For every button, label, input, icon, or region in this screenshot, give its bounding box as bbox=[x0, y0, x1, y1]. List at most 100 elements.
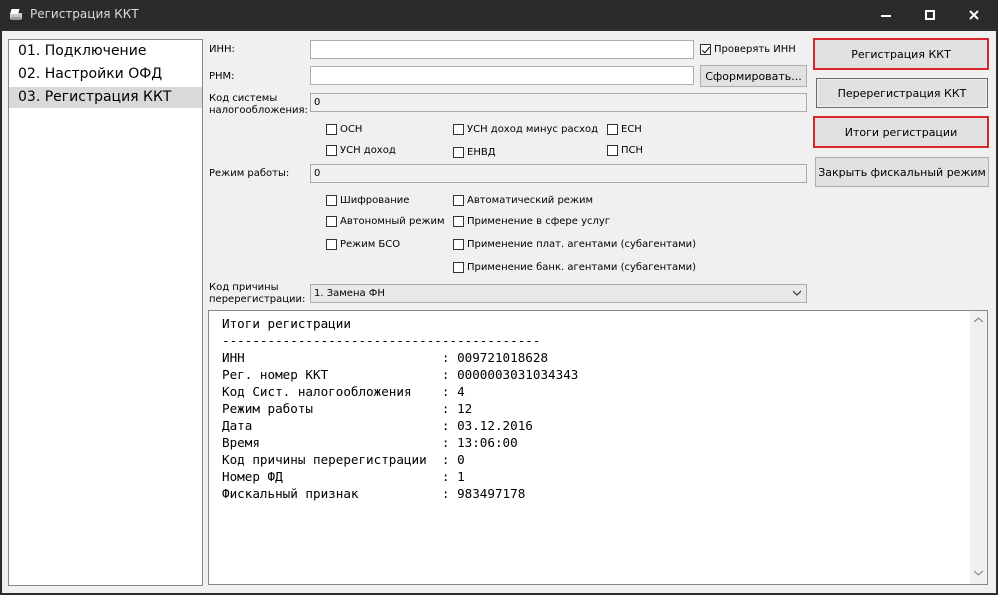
mode-bso-checkbox[interactable]: Режим БСО bbox=[326, 237, 400, 251]
report-row: Код Сист. налогообложения : 4 bbox=[222, 384, 465, 399]
window-title: Регистрация ККТ bbox=[30, 7, 139, 21]
check-inn-checkbox[interactable]: Проверять ИНН bbox=[700, 42, 796, 56]
client-area: 01. Подключение 02. Настройки ОФД 03. Ре… bbox=[2, 31, 996, 593]
checkbox-box bbox=[453, 215, 464, 227]
report-row-key: ИНН bbox=[222, 350, 435, 365]
mode-autonomous-label: Автономный режим bbox=[340, 215, 445, 227]
checkbox-box bbox=[453, 261, 464, 273]
report-rows: ИНН : 009721018628 Рег. номер ККТ : 0000… bbox=[222, 350, 578, 501]
close-icon bbox=[969, 10, 979, 20]
report-row-key: Рег. номер ККТ bbox=[222, 367, 435, 382]
mode-autonomous-checkbox[interactable]: Автономный режим bbox=[326, 214, 445, 228]
checkbox-box bbox=[326, 194, 337, 206]
tax-psn-label: ПСН bbox=[621, 144, 644, 156]
tax-usn-income-checkbox[interactable]: УСН доход bbox=[326, 143, 396, 157]
step-list[interactable]: 01. Подключение 02. Настройки ОФД 03. Ре… bbox=[8, 39, 203, 586]
report-title: Итоги регистрации bbox=[222, 316, 351, 331]
report-text-area[interactable]: Итоги регистрации ----------------------… bbox=[208, 310, 988, 585]
report-row: Номер ФД : 1 bbox=[222, 469, 465, 484]
minimize-button[interactable] bbox=[864, 0, 908, 30]
scroll-up-icon[interactable] bbox=[974, 316, 983, 325]
rnm-label: РНМ: bbox=[209, 71, 235, 82]
close-button[interactable] bbox=[952, 0, 996, 30]
report-row: Рег. номер ККТ : 0000003031034343 bbox=[222, 367, 579, 382]
report-row: ИНН : 009721018628 bbox=[222, 350, 549, 365]
report-row-value: 0 bbox=[457, 452, 465, 467]
work-mode-input[interactable]: 0 bbox=[310, 164, 807, 183]
tax-osn-checkbox[interactable]: ОСН bbox=[326, 122, 362, 136]
reason-label: Код причины перерегистрации: bbox=[209, 282, 306, 305]
tax-envd-checkbox[interactable]: ЕНВД bbox=[453, 145, 496, 159]
reregister-kkt-button[interactable]: Перерегистрация ККТ bbox=[816, 78, 988, 108]
report-row-value: 12 bbox=[457, 401, 473, 416]
report-row-key: Фискальный признак bbox=[222, 486, 435, 501]
mode-payment-agents-label: Применение плат. агентами (субагентами) bbox=[467, 238, 697, 250]
tax-osn-label: ОСН bbox=[340, 123, 363, 135]
checkbox-box bbox=[453, 146, 464, 158]
checkbox-box bbox=[326, 123, 337, 135]
tax-esn-label: ЕСН bbox=[621, 123, 642, 135]
check-inn-label: Проверять ИНН bbox=[714, 43, 796, 55]
mode-automatic-checkbox[interactable]: Автоматический режим bbox=[453, 193, 593, 207]
tax-system-input[interactable]: 0 bbox=[310, 93, 807, 112]
generate-button[interactable]: Сформировать... bbox=[700, 65, 807, 87]
report-row: Код причины перерегистрации : 0 bbox=[222, 452, 465, 467]
register-kkt-button[interactable]: Регистрация ККТ bbox=[813, 38, 989, 70]
report-row-key: Режим работы bbox=[222, 401, 435, 416]
mode-services-checkbox[interactable]: Применение в сфере услуг bbox=[453, 214, 610, 228]
tax-usn-income-minus-label: УСН доход минус расход bbox=[467, 123, 599, 135]
report-row-value: 983497178 bbox=[457, 486, 526, 501]
mode-payment-agents-checkbox[interactable]: Применение плат. агентами (субагентами) bbox=[453, 237, 696, 251]
report-row: Дата : 03.12.2016 bbox=[222, 418, 533, 433]
report-separator: ----------------------------------------… bbox=[222, 333, 541, 348]
tax-esn-checkbox[interactable]: ЕСН bbox=[607, 122, 642, 136]
checkbox-box bbox=[326, 215, 337, 227]
title-bar[interactable]: Регистрация ККТ bbox=[0, 0, 998, 30]
checkbox-box bbox=[607, 123, 618, 135]
mode-bank-agents-label: Применение банк. агентами (субагентами) bbox=[467, 261, 697, 273]
nav-item-ofd-settings[interactable]: 02. Настройки ОФД bbox=[9, 64, 202, 85]
checkbox-box bbox=[326, 144, 337, 156]
minimize-icon bbox=[881, 15, 891, 17]
mode-bank-agents-checkbox[interactable]: Применение банк. агентами (субагентами) bbox=[453, 260, 696, 274]
tax-system-label: Код системы налогообложения: bbox=[209, 93, 308, 116]
registration-results-button[interactable]: Итоги регистрации bbox=[813, 116, 989, 148]
scroll-down-icon[interactable] bbox=[974, 568, 983, 577]
report-row-value: 1 bbox=[457, 469, 465, 484]
printer-icon bbox=[8, 7, 24, 23]
vertical-scrollbar[interactable] bbox=[970, 311, 987, 584]
work-mode-label: Режим работы: bbox=[209, 168, 290, 179]
rnm-input[interactable] bbox=[310, 66, 694, 85]
mode-services-label: Применение в сфере услуг bbox=[467, 215, 611, 227]
close-fiscal-mode-button[interactable]: Закрыть фискальный режим bbox=[815, 157, 989, 187]
tax-psn-checkbox[interactable]: ПСН bbox=[607, 143, 643, 157]
tax-envd-label: ЕНВД bbox=[467, 146, 496, 158]
mode-encryption-checkbox[interactable]: Шифрование bbox=[326, 193, 409, 207]
checkbox-box bbox=[453, 194, 464, 206]
reason-select-value: 1. Замена ФН bbox=[314, 288, 385, 299]
report-row-value: 009721018628 bbox=[457, 350, 549, 365]
inn-input[interactable] bbox=[310, 40, 694, 59]
mode-bso-label: Режим БСО bbox=[340, 238, 401, 250]
report-row-value: 03.12.2016 bbox=[457, 418, 533, 433]
report-row-value: 13:06:00 bbox=[457, 435, 518, 450]
report-row-key: Код причины перерегистрации bbox=[222, 452, 435, 467]
checkbox-box bbox=[607, 144, 618, 156]
tax-usn-income-minus-checkbox[interactable]: УСН доход минус расход bbox=[453, 122, 598, 136]
nav-item-kkt-registration[interactable]: 03. Регистрация ККТ bbox=[9, 87, 202, 108]
reason-select[interactable]: 1. Замена ФН bbox=[310, 284, 807, 303]
inn-label: ИНН: bbox=[209, 44, 235, 55]
report-row: Время : 13:06:00 bbox=[222, 435, 518, 450]
mode-encryption-label: Шифрование bbox=[340, 194, 410, 206]
report-row: Фискальный признак : 983497178 bbox=[222, 486, 526, 501]
report-row-key: Дата bbox=[222, 418, 435, 433]
report-row-value: 4 bbox=[457, 384, 465, 399]
report-row-key: Время bbox=[222, 435, 435, 450]
maximize-icon bbox=[925, 10, 935, 20]
checkbox-box bbox=[326, 238, 337, 250]
nav-item-connection[interactable]: 01. Подключение bbox=[9, 41, 202, 62]
maximize-button[interactable] bbox=[908, 0, 952, 30]
mode-automatic-label: Автоматический режим bbox=[467, 194, 594, 206]
report-row-key: Номер ФД bbox=[222, 469, 435, 484]
checkbox-box bbox=[453, 238, 464, 250]
